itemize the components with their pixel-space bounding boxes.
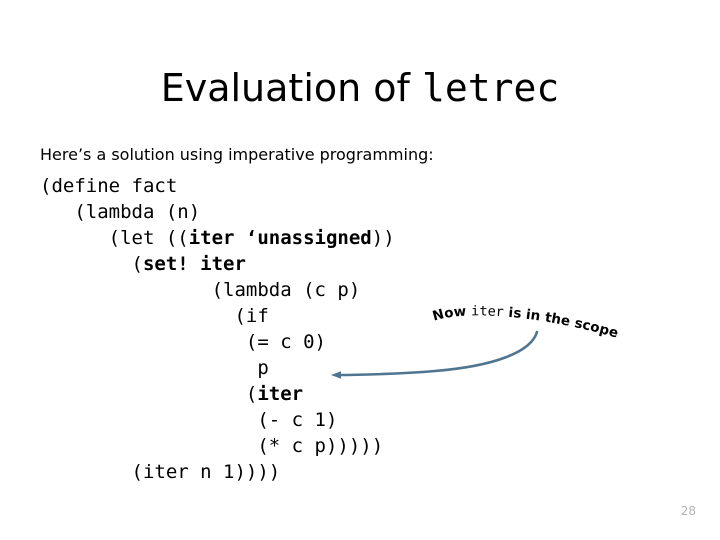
code-token: p [245, 357, 269, 379]
annotation-label-identifier: iter [471, 303, 504, 320]
code-line: (lambda (c p) [40, 277, 395, 303]
page-title: Evaluation of letrec [0, 65, 720, 111]
code-token: (* c p))))) [257, 435, 384, 457]
code-token-emphasis: set! iter [142, 253, 246, 275]
code-token: (- c 1) [257, 409, 338, 431]
code-token-emphasis: iter ‘unassigned [188, 227, 372, 249]
code-token: ( [245, 383, 258, 405]
code-token: (lambda (n) [74, 201, 201, 223]
slide-canvas: Evaluation of letrec Here’s a solution u… [0, 0, 720, 540]
annotation-label: Now iter is in the scope [431, 303, 620, 341]
page-number: 28 [680, 504, 696, 518]
code-line: (set! iter [40, 251, 395, 277]
code-line: (define fact [40, 173, 395, 199]
intro-text: Here’s a solution using imperative progr… [40, 145, 434, 164]
code-line: (let ((iter ‘unassigned)) [40, 225, 395, 251]
code-token: )) [371, 227, 395, 249]
code-token: (let (( [108, 227, 189, 249]
code-token: (if [234, 305, 269, 327]
annotation-label-part2: is in the scope [503, 304, 620, 341]
code-line: (iter n 1)))) [40, 459, 395, 485]
code-line: (if [40, 303, 395, 329]
code-token-emphasis: iter [257, 383, 304, 405]
annotation-label-part1: Now [431, 303, 472, 324]
page-title-prefix: Evaluation of [160, 66, 422, 111]
code-token: (= c 0) [245, 331, 326, 353]
code-token: (lambda (c p) [211, 279, 361, 301]
code-line: (= c 0) [40, 329, 395, 355]
code-listing: (define fact (lambda (n) (let ((iter ‘un… [40, 173, 395, 485]
page-title-keyword: letrec [422, 66, 560, 111]
code-token: ( [131, 253, 143, 275]
code-line: (lambda (n) [40, 199, 395, 225]
code-line: p [40, 355, 395, 381]
code-line: (- c 1) [40, 407, 395, 433]
code-line: (* c p))))) [40, 433, 395, 459]
code-token: (iter n 1)))) [131, 461, 281, 483]
code-line: (iter [40, 381, 395, 407]
code-token: (define fact [40, 175, 178, 197]
